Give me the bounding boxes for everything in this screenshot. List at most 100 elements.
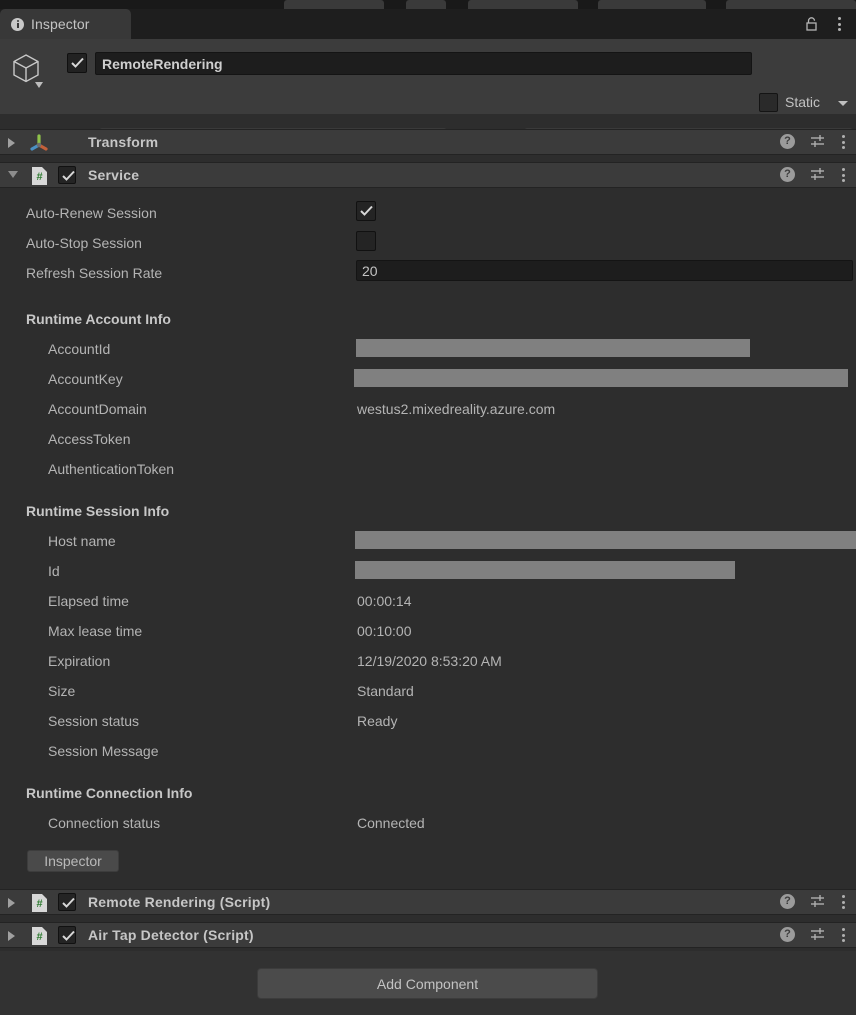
info-icon — [11, 17, 24, 31]
lock-icon[interactable] — [805, 17, 818, 31]
kebab-menu-icon[interactable] — [838, 17, 842, 31]
foldout-arrow-icon[interactable] — [8, 171, 18, 178]
property-row-auto-renew: Auto-Renew Session — [0, 199, 856, 229]
static-label: Static — [785, 94, 821, 110]
add-component-button[interactable]: Add Component — [257, 968, 598, 999]
kebab-menu-icon[interactable] — [842, 927, 846, 942]
foldout-arrow-icon[interactable] — [8, 138, 15, 148]
property-label: Auto-Renew Session — [26, 205, 157, 221]
property-row-accountkey: AccountKey — [0, 365, 856, 395]
foldout-arrow-icon[interactable] — [8, 898, 15, 908]
property-label: Size — [48, 683, 76, 699]
section-header-account-info: Runtime Account Info — [0, 305, 856, 1015]
property-row-accesstoken: AccessToken — [0, 425, 856, 455]
inspector-button-label: Inspector — [44, 853, 102, 869]
partial-tab-3[interactable] — [468, 0, 578, 9]
preset-sliders-icon[interactable] — [810, 927, 826, 942]
property-row-size: Size Standard — [0, 677, 856, 707]
property-label: Max lease time — [48, 623, 143, 639]
property-value: Ready — [357, 713, 398, 729]
property-value: 00:00:14 — [357, 593, 412, 609]
component-enabled-checkbox[interactable] — [58, 166, 76, 184]
property-row-accountid: AccountId — [0, 335, 856, 365]
help-icon[interactable]: ? — [780, 134, 795, 149]
component-row-icons: ? — [780, 927, 846, 942]
property-row-id: Id — [0, 557, 856, 587]
help-glyph: ? — [784, 928, 791, 940]
gameobject-name-value: RemoteRendering — [102, 55, 223, 72]
section-header-session-info: Runtime Session Info — [0, 497, 856, 1015]
property-label: AuthenticationToken — [48, 461, 175, 477]
component-title-air-tap-detector: Air Tap Detector (Script) — [88, 927, 254, 943]
property-value: 12/19/2020 8:53:20 AM — [357, 653, 502, 669]
property-value: 00:10:00 — [357, 623, 412, 639]
component-header-service[interactable]: # Service ? — [0, 162, 856, 188]
auto-stop-session-checkbox[interactable] — [356, 231, 376, 251]
svg-text:#: # — [36, 898, 42, 910]
property-value: Connected — [357, 815, 425, 831]
help-icon[interactable]: ? — [780, 167, 795, 182]
property-label: AccountDomain — [48, 401, 147, 417]
help-icon[interactable]: ? — [780, 927, 795, 942]
section-header-connection-info: Runtime Connection Info — [0, 779, 856, 1015]
kebab-menu-icon[interactable] — [842, 894, 846, 909]
partial-tab-2[interactable] — [406, 0, 446, 9]
service-body: Auto-Renew Session Auto-Stop Session Ref… — [0, 189, 856, 1015]
property-row-refresh-rate: Refresh Session Rate 20 — [0, 259, 856, 289]
property-value: westus2.mixedreality.azure.com — [357, 401, 556, 417]
partial-tab-4[interactable] — [598, 0, 706, 9]
partial-tab-1[interactable] — [284, 0, 384, 9]
component-row-icons: ? — [780, 167, 846, 182]
property-label: Refresh Session Rate — [26, 265, 163, 281]
property-label: AccountKey — [48, 371, 123, 387]
help-glyph: ? — [784, 168, 791, 180]
partial-tab-5[interactable] — [726, 0, 856, 9]
component-row-icons: ? — [780, 134, 846, 149]
add-component-label: Add Component — [376, 975, 479, 992]
kebab-menu-icon[interactable] — [842, 167, 846, 182]
script-icon: # — [31, 926, 48, 946]
tab-inspector[interactable]: Inspector — [0, 9, 131, 39]
component-enabled-checkbox[interactable] — [58, 893, 76, 911]
inspector-button[interactable]: Inspector — [27, 850, 119, 872]
help-icon[interactable]: ? — [780, 894, 795, 909]
redacted-value-bar — [355, 561, 735, 579]
property-label: Elapsed time — [48, 593, 129, 609]
property-value: Standard — [357, 683, 414, 699]
property-row-auto-stop: Auto-Stop Session — [0, 229, 856, 259]
component-header-transform[interactable]: Transform ? — [0, 129, 856, 155]
static-dropdown-caret-icon[interactable] — [838, 101, 848, 106]
inspector-tab-bar: Inspector — [0, 9, 856, 39]
component-header-remote-rendering[interactable]: # Remote Rendering (Script) ? — [0, 889, 856, 915]
property-row-session-status: Session status Ready — [0, 707, 856, 737]
window-tab-strip — [0, 0, 856, 9]
inspector-panel: Inspector RemoteRendering Static Transfo… — [0, 0, 856, 1015]
tab-inspector-label: Inspector — [31, 16, 90, 32]
svg-text:#: # — [36, 171, 42, 183]
property-label: Expiration — [48, 653, 111, 669]
refresh-session-rate-input[interactable]: 20 — [356, 260, 853, 281]
checkmark-icon — [62, 930, 75, 941]
component-title-remote-rendering: Remote Rendering (Script) — [88, 894, 271, 910]
help-glyph: ? — [784, 895, 791, 907]
property-row-hostname: Host name — [0, 527, 856, 557]
kebab-menu-icon[interactable] — [842, 134, 846, 149]
cube-icon[interactable] — [10, 51, 50, 95]
property-row-max-lease-time: Max lease time 00:10:00 — [0, 617, 856, 647]
property-label: Id — [48, 563, 60, 579]
property-label: AccountId — [48, 341, 111, 357]
preset-sliders-icon[interactable] — [810, 167, 826, 182]
component-enabled-checkbox[interactable] — [58, 926, 76, 944]
component-header-air-tap-detector[interactable]: # Air Tap Detector (Script) ? — [0, 922, 856, 948]
property-row-session-message: Session Message — [0, 737, 856, 767]
redacted-value-bar — [355, 531, 856, 549]
checkmark-icon — [360, 205, 373, 216]
gameobject-enabled-checkbox[interactable] — [67, 53, 87, 73]
static-checkbox[interactable] — [759, 93, 778, 112]
preset-sliders-icon[interactable] — [810, 894, 826, 909]
auto-renew-session-checkbox[interactable] — [356, 201, 376, 221]
foldout-arrow-icon[interactable] — [8, 931, 15, 941]
gameobject-name-field[interactable]: RemoteRendering — [95, 52, 752, 75]
preset-sliders-icon[interactable] — [810, 134, 826, 149]
help-glyph: ? — [784, 135, 791, 147]
